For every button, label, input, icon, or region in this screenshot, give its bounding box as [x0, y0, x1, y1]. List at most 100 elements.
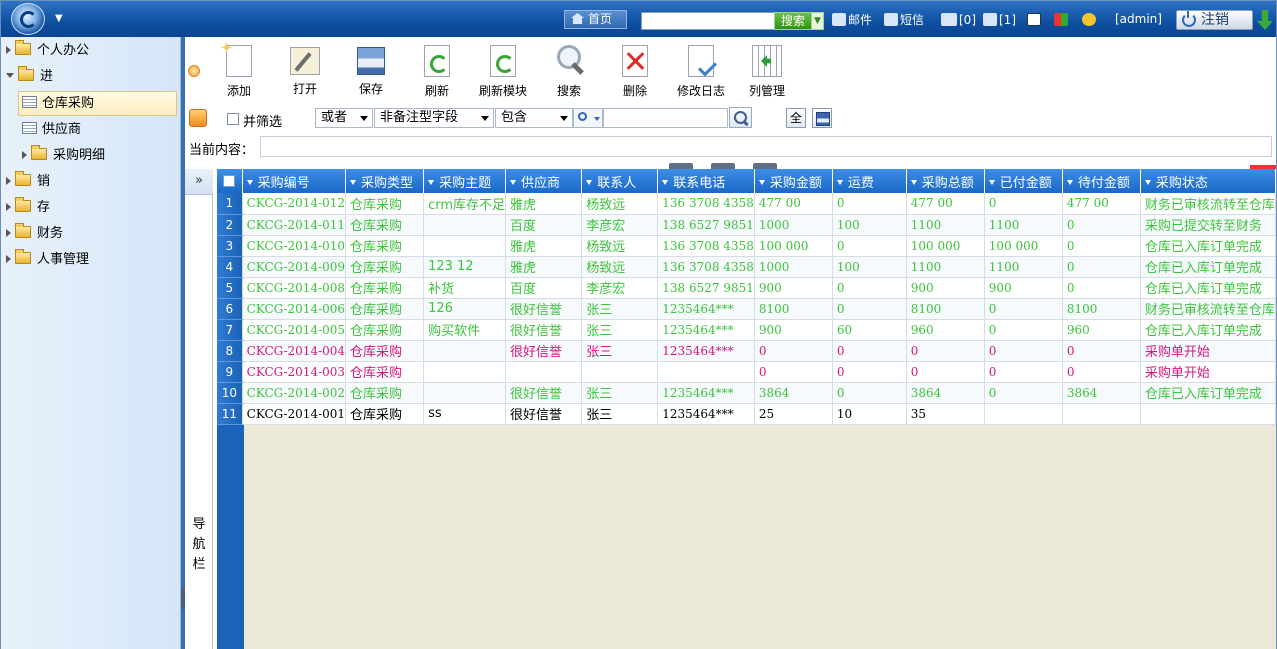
table-row[interactable]: 7 CKCG-2014-005 仓库采购 购买软件 很好信誉 张三 1235464*** 90… — [217, 319, 1277, 341]
message-notice[interactable]: [1] — [983, 12, 1016, 28]
expand-arrow-icon[interactable] — [6, 255, 11, 263]
table-cell[interactable]: 0 — [832, 193, 907, 215]
sidebar-item-stock[interactable]: 存 — [6, 197, 50, 219]
table-cell[interactable]: 10 — [832, 403, 907, 425]
table-cell[interactable]: 仓库采购 — [345, 214, 425, 236]
table-cell[interactable]: 很好信誉 — [505, 298, 583, 320]
table-cell[interactable]: 仓库采购 — [345, 340, 425, 362]
column-header[interactable]: 采购类型 — [345, 169, 425, 193]
menu-dropdown-icon[interactable]: ▼ — [55, 13, 63, 24]
table-cell[interactable]: 3864 — [754, 382, 833, 404]
refresh-module-button[interactable]: 刷新模块 — [473, 45, 533, 99]
table-cell[interactable]: 138 6527 9851 — [657, 277, 755, 299]
table-cell[interactable]: 百度 — [505, 214, 583, 236]
settings-button[interactable] — [1082, 12, 1098, 28]
sidebar-item-finance[interactable]: 财务 — [6, 223, 63, 245]
table-cell[interactable]: 1100 — [984, 256, 1063, 278]
table-cell[interactable]: 477 00 — [906, 193, 985, 215]
filter-icon[interactable] — [189, 109, 207, 127]
table-cell[interactable]: CKCG-2014-011 — [242, 214, 347, 236]
table-cell[interactable]: 很好信誉 — [505, 340, 583, 362]
table-cell[interactable]: 900 — [754, 277, 833, 299]
collapse-handle[interactable] — [181, 589, 185, 609]
table-cell[interactable]: 百度 — [505, 277, 583, 299]
table-cell[interactable]: CKCG-2014-008 — [242, 277, 347, 299]
filter-value-input[interactable] — [603, 108, 728, 128]
table-row[interactable]: 1 CKCG-2014-012 仓库采购 crm库存不足 雅虎 杨致远 136 3708 4… — [217, 193, 1277, 215]
column-header[interactable]: 供应商 — [505, 169, 583, 193]
search-mode-dropdown[interactable] — [573, 108, 603, 128]
table-cell[interactable]: CKCG-2014-009 — [242, 256, 347, 278]
column-header[interactable]: 联系人 — [581, 169, 659, 193]
table-row[interactable]: 10 CKCG-2014-002 仓库采购 很好信誉 张三 1235464*** 3864 0… — [217, 382, 1277, 404]
table-row[interactable]: 2 CKCG-2014-011 仓库采购 百度 李彦宏 138 6527 9851 1000… — [217, 214, 1277, 236]
table-cell[interactable]: 张三 — [581, 403, 659, 425]
table-row[interactable]: 5 CKCG-2014-008 仓库采购 补货 百度 李彦宏 138 6527 9851 90… — [217, 277, 1277, 299]
table-row[interactable]: 6 CKCG-2014-006 仓库采购 126 很好信誉 张三 1235464*** 810… — [217, 298, 1277, 320]
table-cell[interactable] — [984, 403, 1063, 425]
select-all-checkbox[interactable] — [217, 169, 243, 193]
table-cell[interactable]: 仓库采购 — [345, 235, 425, 257]
table-cell[interactable]: 100 000 — [984, 235, 1063, 257]
table-cell[interactable]: 3864 — [1062, 382, 1141, 404]
table-cell[interactable] — [1062, 403, 1141, 425]
table-cell[interactable]: 0 — [1062, 361, 1141, 383]
table-cell[interactable]: crm库存不足 — [423, 193, 507, 215]
table-cell[interactable]: 张三 — [581, 340, 659, 362]
table-cell[interactable] — [1140, 403, 1277, 425]
expand-arrow-icon[interactable] — [6, 229, 11, 237]
table-cell[interactable]: 100 000 — [754, 235, 833, 257]
top-search-input[interactable] — [641, 12, 775, 30]
column-header[interactable]: 待付金额 — [1062, 169, 1141, 193]
table-cell[interactable]: 1000 — [754, 214, 833, 236]
table-cell[interactable]: 1100 — [984, 214, 1063, 236]
table-cell[interactable]: 很好信誉 — [505, 403, 583, 425]
table-cell[interactable]: 杨致远 — [581, 235, 659, 257]
table-cell[interactable]: 60 — [832, 319, 907, 341]
table-cell[interactable]: 0 — [984, 382, 1063, 404]
table-cell[interactable]: 仓库采购 — [345, 193, 425, 215]
table-cell[interactable]: 0 — [984, 298, 1063, 320]
table-row[interactable]: 9 CKCG-2014-003 仓库采购 0 0 0 0 0 采购单开始 — [217, 361, 1277, 383]
logic-select[interactable]: 或者 — [315, 108, 373, 128]
table-cell[interactable]: 很好信誉 — [505, 319, 583, 341]
column-header[interactable]: 采购金额 — [754, 169, 833, 193]
table-cell[interactable]: 仓库已入库订单完成 — [1140, 235, 1277, 257]
table-cell[interactable]: CKCG-2014-001 — [242, 403, 347, 425]
table-cell[interactable]: 477 00 — [1062, 193, 1141, 215]
table-cell[interactable]: 0 — [832, 235, 907, 257]
table-cell[interactable]: 100 — [832, 256, 907, 278]
table-cell[interactable]: 采购单开始 — [1140, 361, 1277, 383]
table-row[interactable]: 3 CKCG-2014-010 仓库采购 雅虎 杨致远 136 3708 4358 100 … — [217, 235, 1277, 257]
table-cell[interactable]: 采购单开始 — [1140, 340, 1277, 362]
table-cell[interactable]: 0 — [984, 340, 1063, 362]
table-cell[interactable]: 100 000 — [906, 235, 985, 257]
table-cell[interactable]: 0 — [984, 361, 1063, 383]
sound-notice[interactable]: [0] — [941, 12, 976, 28]
table-cell[interactable]: 0 — [832, 340, 907, 362]
column-header[interactable]: 采购编号 — [242, 169, 347, 193]
table-cell[interactable]: 126 — [423, 298, 507, 320]
table-cell[interactable]: 雅虎 — [505, 193, 583, 215]
expand-arrow-icon[interactable] — [6, 177, 11, 185]
column-header[interactable]: 采购主题 — [423, 169, 507, 193]
table-cell[interactable]: 1235464*** — [657, 298, 755, 320]
table-cell[interactable]: 0 — [906, 340, 985, 362]
table-cell[interactable]: 1235464*** — [657, 382, 755, 404]
column-header[interactable]: 已付金额 — [984, 169, 1063, 193]
save-button[interactable]: 保存 — [341, 45, 401, 97]
table-cell[interactable]: 35 — [906, 403, 985, 425]
open-button[interactable]: 打开 — [275, 45, 335, 97]
table-cell[interactable]: CKCG-2014-003 — [242, 361, 347, 383]
table-cell[interactable]: 136 3708 4358 — [657, 193, 755, 215]
table-cell[interactable]: 1100 — [906, 256, 985, 278]
sidebar-item-hr[interactable]: 人事管理 — [6, 249, 89, 271]
table-cell[interactable]: 900 — [906, 277, 985, 299]
table-cell[interactable]: 仓库采购 — [345, 256, 425, 278]
table-cell[interactable]: 财务已审核流转至仓库 — [1140, 193, 1277, 215]
table-cell[interactable]: 仓库已入库订单完成 — [1140, 256, 1277, 278]
table-row[interactable]: 11 CKCG-2014-001 仓库采购 ss 很好信誉 张三 1235464*** 25 1… — [217, 403, 1277, 425]
column-manage-button[interactable]: 列管理 — [737, 45, 797, 99]
filter-search-button[interactable] — [729, 107, 752, 128]
table-cell[interactable]: 0 — [1062, 214, 1141, 236]
